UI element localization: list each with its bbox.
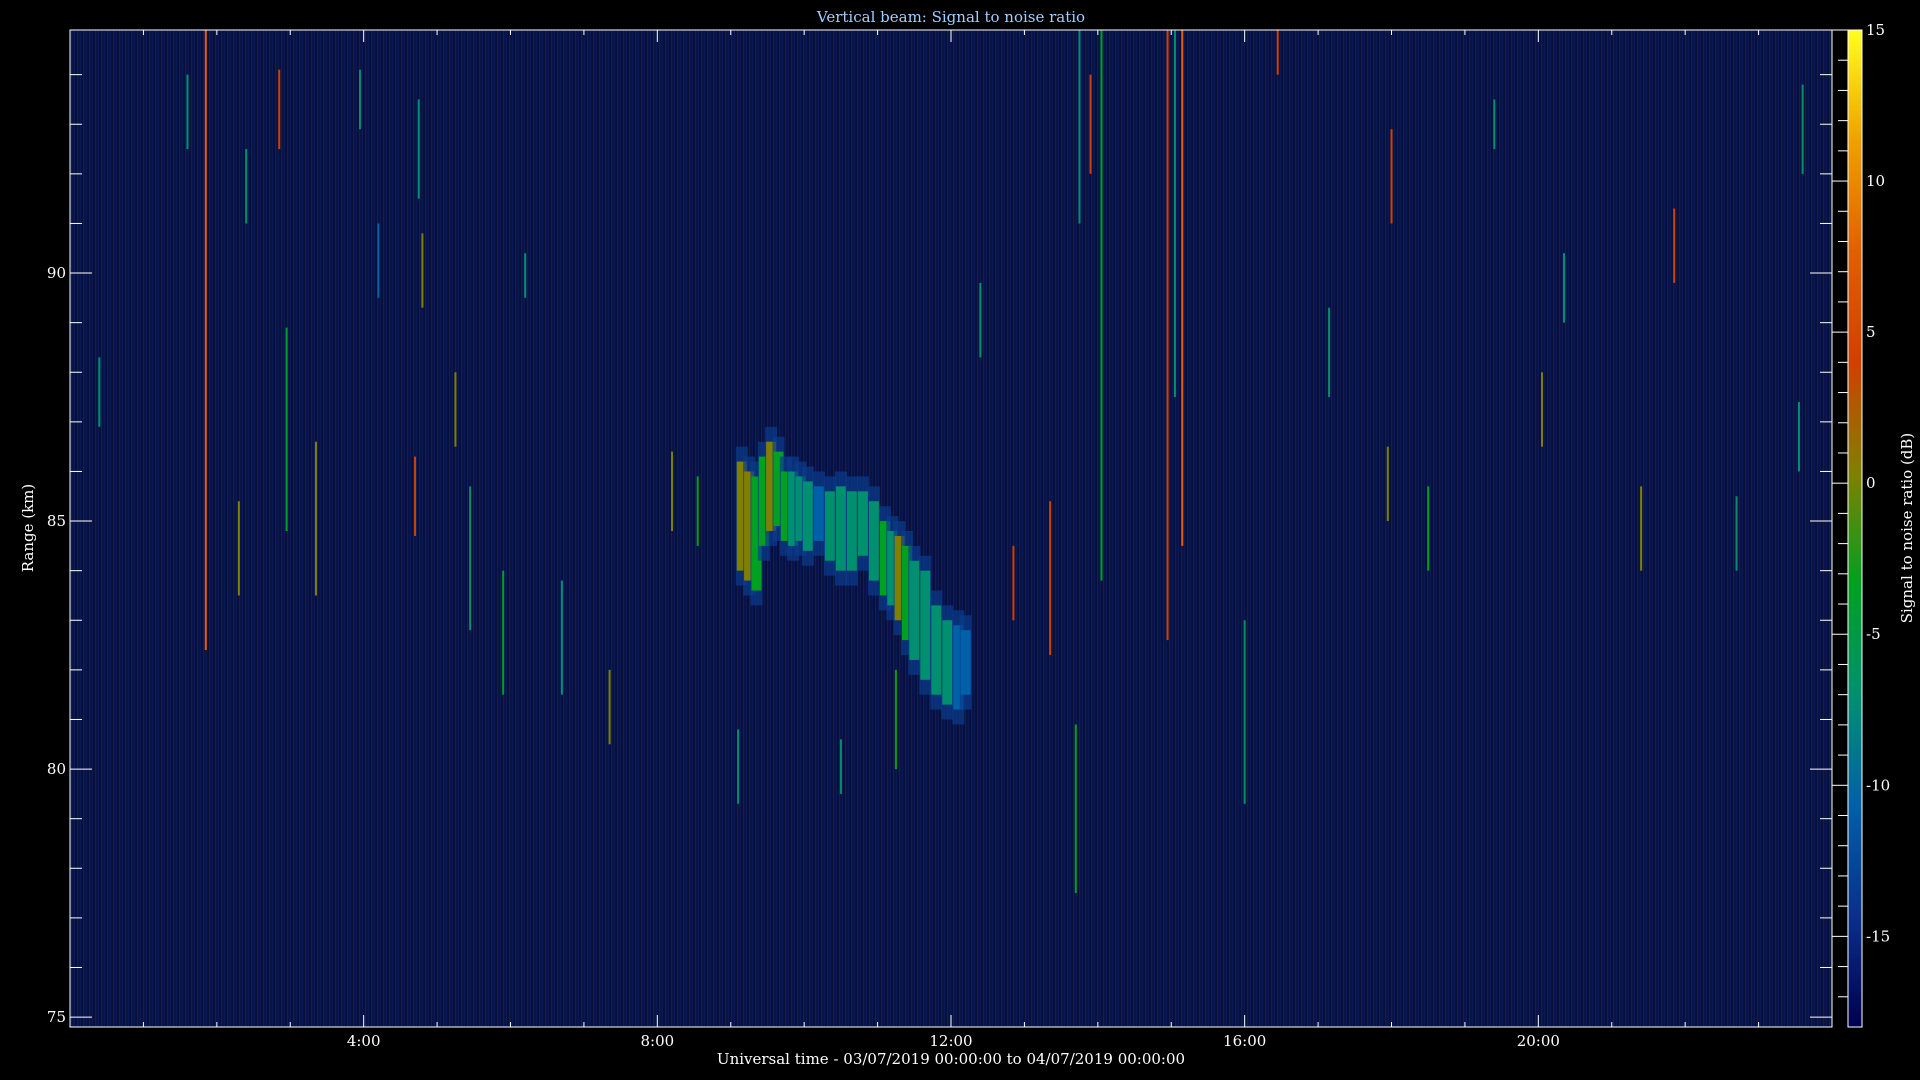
colorbar-tick-label-4: -5 <box>1866 625 1881 643</box>
noise-streak-24 <box>979 282 982 358</box>
noise-streak-17 <box>560 580 563 695</box>
echo-cell-12 <box>835 486 846 571</box>
noise-streak-19 <box>671 451 674 531</box>
noise-streak-45 <box>1735 496 1738 571</box>
noise-streak-46 <box>1797 402 1800 472</box>
noise-streak-42 <box>1563 253 1566 323</box>
noise-streak-12 <box>421 233 424 308</box>
x-tick-label-3: 16:00 <box>1223 1032 1266 1050</box>
chart-svg: Vertical beam: Signal to noise ratio 4:0… <box>19 8 1916 1068</box>
noise-streak-38 <box>1390 129 1393 224</box>
colorbar-tick-label-0: 15 <box>1866 21 1885 39</box>
x-tick-label-1: 8:00 <box>640 1032 674 1050</box>
noise-streak-18 <box>608 669 611 745</box>
noise-streak-33 <box>1181 30 1184 546</box>
noise-streak-27 <box>1074 724 1077 894</box>
noise-streak-9 <box>377 223 380 298</box>
x-tick-label-4: 20:00 <box>1517 1032 1560 1050</box>
echo-cell-20 <box>909 560 920 660</box>
noise-streak-25 <box>1012 545 1015 621</box>
noise-streak-28 <box>1078 30 1081 224</box>
noise-streak-43 <box>1640 486 1643 571</box>
echo-cell-13 <box>846 491 857 571</box>
y-tick-label-1: 80 <box>47 760 66 778</box>
noise-streak-21 <box>737 729 740 804</box>
noise-streak-23 <box>894 669 897 770</box>
colorbar-tick-label-2: 5 <box>1866 323 1876 341</box>
noise-streak-0 <box>98 357 101 427</box>
colorbar-tick-label-6: -15 <box>1866 927 1890 945</box>
noise-streak-7 <box>314 441 317 596</box>
noise-streak-41 <box>1541 372 1544 447</box>
echo-cell-22 <box>931 605 942 695</box>
echo-cell-10 <box>813 486 824 541</box>
colorbar-gradient <box>1847 29 1863 1028</box>
colorbar-tick-label-1: 10 <box>1866 172 1885 190</box>
noise-streak-4 <box>245 149 248 224</box>
noise-streak-10 <box>414 456 417 536</box>
echo-cell-23 <box>942 620 953 705</box>
echo-cell-25 <box>960 630 971 695</box>
noise-streak-31 <box>1166 30 1169 641</box>
chart: Vertical beam: Signal to noise ratio 4:0… <box>0 0 1920 1080</box>
noise-streak-2 <box>204 30 207 651</box>
colorbar: 15 10 5 0 -5 -10 -15 Signal to noise ratio (dB… <box>1832 21 1916 1028</box>
noise-streak-3 <box>237 501 240 596</box>
noise-streak-44 <box>1673 208 1676 283</box>
noise-streak-13 <box>454 372 457 447</box>
noise-streak-37 <box>1386 446 1389 522</box>
y-tick-label-0: 75 <box>47 1008 66 1026</box>
noise-streak-26 <box>1049 501 1052 655</box>
plot-noise-texture <box>70 30 1832 1027</box>
echo-cell-21 <box>920 570 931 680</box>
noise-streak-1 <box>186 74 189 150</box>
noise-streak-32 <box>1173 30 1176 398</box>
noise-streak-8 <box>358 69 361 130</box>
y-tick-label-3: 90 <box>47 264 66 282</box>
noise-streak-30 <box>1100 30 1103 581</box>
noise-streak-22 <box>839 739 842 794</box>
noise-streak-6 <box>285 327 288 531</box>
noise-streak-15 <box>502 570 505 695</box>
noise-streak-35 <box>1276 30 1279 75</box>
noise-streak-20 <box>696 476 699 546</box>
noise-streak-39 <box>1427 486 1430 571</box>
noise-streak-29 <box>1089 74 1092 174</box>
echo-cell-11 <box>824 491 835 561</box>
y-tick-label-2: 85 <box>47 512 66 530</box>
noise-streak-5 <box>278 69 281 150</box>
x-tick-label-0: 4:00 <box>347 1032 381 1050</box>
colorbar-label: Signal to noise ratio (dB) <box>1898 433 1916 624</box>
echo-cell-15 <box>868 501 879 581</box>
noise-streak-36 <box>1328 307 1331 398</box>
noise-streak-34 <box>1243 620 1246 804</box>
chart-title: Vertical beam: Signal to noise ratio <box>816 8 1085 26</box>
echo-cell-9 <box>802 481 813 551</box>
y-axis-label: Range (km) <box>19 484 37 573</box>
noise-streak-11 <box>417 99 420 199</box>
x-axis-label: Universal time - 03/07/2019 00:00:00 to … <box>717 1050 1185 1068</box>
x-tick-label-2: 12:00 <box>929 1032 972 1050</box>
echo-cell-14 <box>857 491 868 556</box>
noise-streak-16 <box>524 253 527 298</box>
noise-streak-14 <box>469 486 472 631</box>
colorbar-tick-label-3: 0 <box>1866 474 1876 492</box>
noise-streak-40 <box>1493 99 1496 150</box>
colorbar-tick-label-5: -10 <box>1866 776 1890 794</box>
noise-streak-47 <box>1801 84 1804 174</box>
plot-area <box>69 29 1833 1028</box>
